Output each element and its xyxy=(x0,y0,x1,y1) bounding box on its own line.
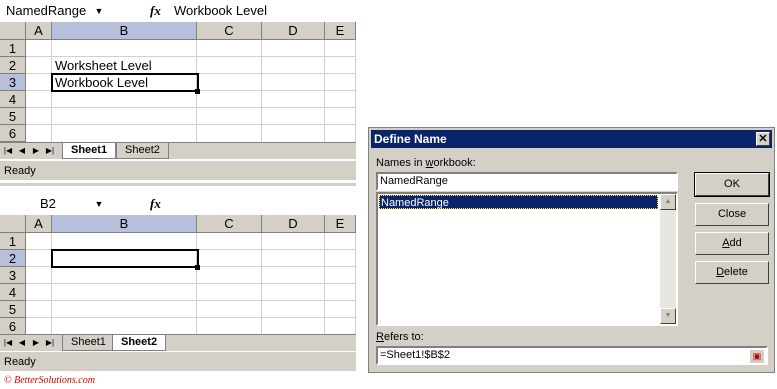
cell-b2[interactable]: Worksheet Level xyxy=(55,57,152,74)
name-box-dropdown-icon[interactable]: ▼ xyxy=(92,2,106,20)
window-separator xyxy=(0,183,356,186)
ok-button[interactable]: OK xyxy=(694,172,770,197)
row-header-5[interactable]: 5 xyxy=(0,108,26,125)
column-header-a[interactable]: A xyxy=(26,22,52,40)
row-line-4 xyxy=(26,300,356,301)
row-header-2[interactable]: 2 xyxy=(0,250,26,267)
row-line-4 xyxy=(26,107,356,108)
first-sheet-icon[interactable]: |◀ xyxy=(3,145,13,157)
last-sheet-icon[interactable]: ▶| xyxy=(45,145,55,157)
first-sheet-icon[interactable]: |◀ xyxy=(3,337,13,349)
tab-sheet1[interactable]: Sheet1 xyxy=(62,143,117,159)
refers-to-value: =Sheet1!$B$2 xyxy=(380,349,451,361)
status-bar: Ready xyxy=(0,160,356,180)
list-item[interactable]: NamedRange xyxy=(379,195,658,209)
row-header-6[interactable]: 6 xyxy=(0,125,26,142)
close-button[interactable]: Close xyxy=(695,203,769,226)
sheet-tab-bar: |◀ ◀ ▶ ▶| Sheet1 Sheet2 xyxy=(0,334,356,351)
sheet-tab-bar: |◀ ◀ ▶ ▶| Sheet1 Sheet2 xyxy=(0,142,356,159)
top-workbook-window: NamedRange ▼ fx Workbook Level A B C D E… xyxy=(0,0,356,183)
row-header-3[interactable]: 3 xyxy=(0,267,26,284)
function-icon[interactable]: fx xyxy=(150,195,161,213)
prev-sheet-icon[interactable]: ◀ xyxy=(17,145,27,157)
active-cell-b2[interactable] xyxy=(51,249,199,268)
bottom-workbook-window: B2 ▼ fx A B C D E 1 2 3 4 5 6 |◀ ◀ ▶ ▶| … xyxy=(0,193,356,373)
column-header-b[interactable]: B xyxy=(52,22,197,40)
row-header-3[interactable]: 3 xyxy=(0,74,26,91)
name-box-dropdown-icon[interactable]: ▼ xyxy=(92,195,106,213)
cell-b3[interactable]: Workbook Level xyxy=(55,74,148,91)
column-header-d[interactable]: D xyxy=(262,22,325,40)
column-header-b[interactable]: B xyxy=(52,215,197,233)
copyright-credit: © BetterSolutions.com xyxy=(4,375,95,386)
define-name-dialog: Define Name ✕ Names in workbook: NamedRa… xyxy=(368,127,775,373)
select-all-corner[interactable] xyxy=(0,215,26,233)
row-header-4[interactable]: 4 xyxy=(0,91,26,108)
next-sheet-icon[interactable]: ▶ xyxy=(31,337,41,349)
row-header-2[interactable]: 2 xyxy=(0,57,26,74)
status-bar: Ready xyxy=(0,351,356,371)
row-header-5[interactable]: 5 xyxy=(0,301,26,318)
row-header-1[interactable]: 1 xyxy=(0,40,26,57)
name-input[interactable]: NamedRange xyxy=(376,172,678,191)
formula-input[interactable]: Workbook Level xyxy=(174,2,267,20)
tab-sheet1[interactable]: Sheet1 xyxy=(62,335,115,351)
formula-bar: B2 ▼ fx xyxy=(0,193,356,216)
names-listbox[interactable]: NamedRange ▲ ▼ xyxy=(376,192,678,326)
column-header-d[interactable]: D xyxy=(262,215,325,233)
row-line-5 xyxy=(26,124,356,125)
column-header-c[interactable]: C xyxy=(197,215,262,233)
collapse-dialog-icon[interactable]: ▣ xyxy=(750,350,764,363)
refers-to-input[interactable]: =Sheet1!$B$2 ▣ xyxy=(376,346,768,365)
column-header-a[interactable]: A xyxy=(26,215,52,233)
dialog-titlebar[interactable]: Define Name ✕ xyxy=(371,130,772,148)
row-header-1[interactable]: 1 xyxy=(0,233,26,250)
dialog-title: Define Name xyxy=(374,132,447,146)
refers-to-label: Refers to: xyxy=(376,331,424,343)
names-label: Names in workbook: xyxy=(376,157,476,169)
tab-sheet2[interactable]: Sheet2 xyxy=(116,143,169,159)
row-header-6[interactable]: 6 xyxy=(0,318,26,335)
scroll-up-icon[interactable]: ▲ xyxy=(660,194,676,210)
function-icon[interactable]: fx xyxy=(150,2,161,20)
prev-sheet-icon[interactable]: ◀ xyxy=(17,337,27,349)
fill-handle[interactable] xyxy=(195,265,200,270)
column-header-c[interactable]: C xyxy=(197,22,262,40)
fill-handle[interactable] xyxy=(195,89,200,94)
column-header-e[interactable]: E xyxy=(325,22,356,40)
select-all-corner[interactable] xyxy=(0,22,26,40)
formula-bar: NamedRange ▼ fx Workbook Level xyxy=(0,0,356,23)
tab-sheet2[interactable]: Sheet2 xyxy=(112,335,167,351)
scroll-down-icon[interactable]: ▼ xyxy=(660,308,676,324)
row-header-4[interactable]: 4 xyxy=(0,284,26,301)
close-icon[interactable]: ✕ xyxy=(756,132,770,146)
row-line-3 xyxy=(26,283,356,284)
last-sheet-icon[interactable]: ▶| xyxy=(45,337,55,349)
column-header-e[interactable]: E xyxy=(325,215,356,233)
delete-button[interactable]: Delete xyxy=(695,261,769,284)
add-button[interactable]: Add xyxy=(695,232,769,255)
next-sheet-icon[interactable]: ▶ xyxy=(31,145,41,157)
row-line-5 xyxy=(26,317,356,318)
listbox-scrollbar[interactable]: ▲ ▼ xyxy=(660,194,676,324)
